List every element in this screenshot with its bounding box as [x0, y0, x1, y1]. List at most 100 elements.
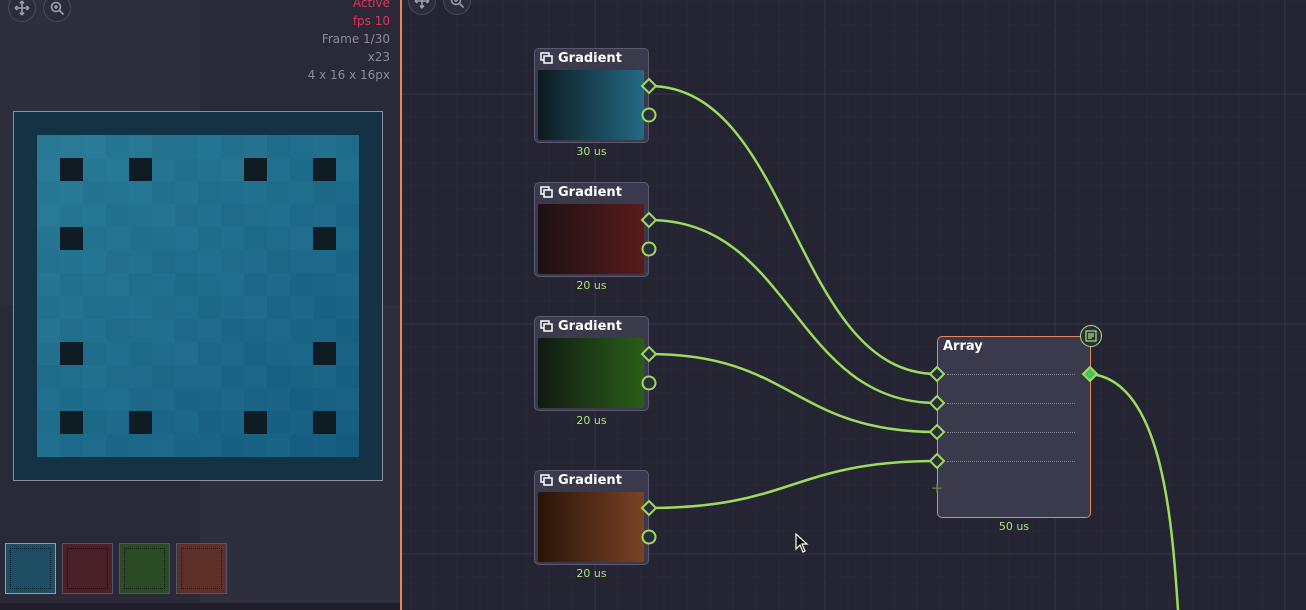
zoom-icon	[50, 1, 65, 16]
texture-pixel	[221, 181, 244, 204]
texture-pixel	[267, 273, 290, 296]
texture-pixel	[359, 434, 382, 457]
texture-pixel	[267, 342, 290, 365]
texture-pixel	[198, 296, 221, 319]
texture-pixel	[129, 457, 152, 480]
texture-pixel	[198, 342, 221, 365]
gradient-node[interactable]: Gradient 20 us	[534, 316, 654, 436]
texture-preview[interactable]	[13, 111, 383, 481]
texture-pixel	[129, 135, 152, 158]
array-node[interactable]: Array + 50 us	[931, 325, 1102, 536]
texture-pixel	[359, 227, 382, 250]
rivet-pixel	[60, 411, 83, 434]
rivet-pixel	[244, 158, 267, 181]
texture-pixel	[37, 296, 60, 319]
texture-pixel	[290, 411, 313, 434]
texture-pixel	[221, 388, 244, 411]
texture-pixel	[60, 112, 83, 135]
texture-pixel	[313, 434, 336, 457]
texture-pixel	[290, 135, 313, 158]
texture-pixel	[106, 342, 129, 365]
rivet-pixel	[313, 342, 336, 365]
texture-pixel	[14, 319, 37, 342]
texture-pixel	[221, 365, 244, 388]
node-header[interactable]: Gradient	[534, 316, 654, 336]
texture-pixel	[336, 342, 359, 365]
texture-pixel	[152, 434, 175, 457]
texture-pixel	[336, 273, 359, 296]
gradient-node[interactable]: Gradient 30 us	[534, 48, 654, 168]
texture-pixel	[359, 388, 382, 411]
texture-pixel	[359, 158, 382, 181]
texture-pixel	[83, 158, 106, 181]
texture-pixel	[336, 135, 359, 158]
texture-pixel	[152, 457, 175, 480]
texture-pixel	[313, 388, 336, 411]
layer-thumb[interactable]	[62, 543, 113, 594]
node-preview-toggle-icon[interactable]	[540, 474, 553, 486]
render-status: Active	[352, 0, 390, 10]
layer-thumb[interactable]	[5, 543, 56, 594]
texture-pixel	[290, 227, 313, 250]
node-preview-toggle-icon[interactable]	[540, 320, 553, 332]
texture-pixel	[336, 411, 359, 434]
node-header[interactable]: Gradient	[534, 470, 654, 490]
node-preview-toggle-icon[interactable]	[540, 52, 553, 64]
texture-pixel	[290, 112, 313, 135]
array-input-row	[947, 374, 1075, 375]
node-header[interactable]: Array	[937, 336, 1091, 356]
texture-pixel	[175, 227, 198, 250]
layer-thumb[interactable]	[119, 543, 170, 594]
array-config-button[interactable]	[1080, 325, 1102, 347]
texture-pixel	[106, 457, 129, 480]
texture-pixel	[267, 434, 290, 457]
texture-pixel	[221, 273, 244, 296]
texture-pixel	[244, 457, 267, 480]
texture-pixel	[83, 411, 106, 434]
texture-pixel	[129, 181, 152, 204]
texture-pixel	[60, 273, 83, 296]
texture-pixel	[359, 411, 382, 434]
texture-pixel	[267, 250, 290, 273]
texture-pixel	[359, 135, 382, 158]
texture-pixel	[106, 411, 129, 434]
list-icon	[1085, 330, 1097, 342]
texture-pixel	[152, 365, 175, 388]
layer-thumbnails	[5, 543, 227, 594]
texture-pixel	[336, 365, 359, 388]
node-preview-toggle-icon[interactable]	[540, 186, 553, 198]
texture-pixel	[152, 388, 175, 411]
layer-thumb[interactable]	[176, 543, 227, 594]
texture-pixel	[198, 319, 221, 342]
node-header[interactable]: Gradient	[534, 48, 654, 68]
texture-pixel	[175, 112, 198, 135]
node-graph[interactable]: Gradient 30 us Gradient 20 us Gradient 2…	[402, 0, 1306, 610]
texture-pixel	[244, 181, 267, 204]
texture-pixel	[336, 388, 359, 411]
texture-pixel	[37, 319, 60, 342]
array-input-row	[947, 403, 1075, 404]
add-input-button[interactable]: +	[930, 480, 944, 496]
texture-pixel	[60, 388, 83, 411]
node-header[interactable]: Gradient	[534, 182, 654, 202]
texture-pixel	[290, 342, 313, 365]
texture-pixel	[267, 411, 290, 434]
texture-pixel	[83, 388, 106, 411]
array-input-row	[947, 432, 1075, 433]
texture-pixel	[129, 296, 152, 319]
texture-pixel	[175, 135, 198, 158]
gradient-node[interactable]: Gradient 20 us	[534, 182, 654, 302]
texture-pixel	[198, 434, 221, 457]
texture-pixel	[14, 434, 37, 457]
texture-pixel	[290, 457, 313, 480]
texture-pixel	[129, 273, 152, 296]
texture-pixel	[221, 158, 244, 181]
texture-pixel	[129, 319, 152, 342]
texture-pixel	[290, 388, 313, 411]
texture-pixel	[244, 112, 267, 135]
gradient-node[interactable]: Gradient 20 us	[534, 470, 654, 590]
texture-pixel	[313, 319, 336, 342]
texture-pixel	[37, 181, 60, 204]
texture-pixel	[336, 319, 359, 342]
node-title: Gradient	[558, 472, 622, 488]
